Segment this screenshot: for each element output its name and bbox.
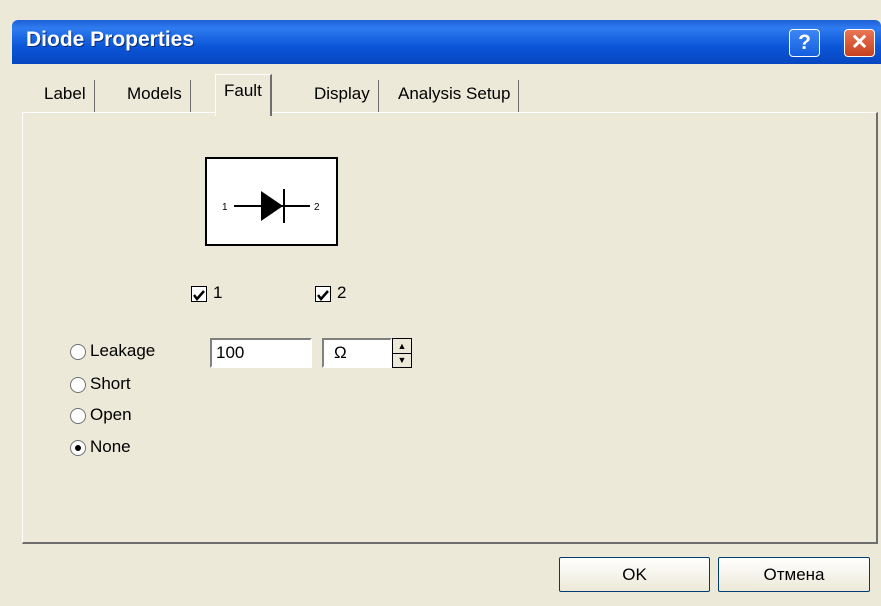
radio-button-selected[interactable] bbox=[70, 440, 86, 456]
window-title: Diode Properties bbox=[26, 28, 195, 51]
diode-triangle bbox=[261, 191, 283, 221]
radio-label: Short bbox=[90, 374, 131, 393]
check-icon bbox=[317, 290, 329, 301]
tab-display[interactable]: Display bbox=[306, 80, 379, 112]
diode-symbol: 1 2 bbox=[205, 157, 338, 246]
radio-button[interactable] bbox=[70, 344, 86, 360]
checkbox-label: 1 bbox=[213, 283, 223, 302]
leakage-unit-field[interactable] bbox=[322, 338, 392, 368]
title-bar[interactable]: Diode Properties ? ✕ bbox=[12, 20, 881, 64]
help-button[interactable]: ? bbox=[789, 29, 820, 57]
tab-analysis-setup[interactable]: Analysis Setup bbox=[390, 80, 520, 112]
tab-label[interactable]: Label bbox=[36, 80, 95, 112]
checkbox-label: 2 bbox=[337, 283, 347, 302]
checkbox-box[interactable] bbox=[315, 286, 331, 302]
cancel-button[interactable]: Отмена bbox=[718, 557, 870, 592]
unit-spinner[interactable]: ▲ ▼ bbox=[392, 338, 412, 368]
close-button[interactable]: ✕ bbox=[844, 29, 875, 57]
diode-pin1-label: 1 bbox=[222, 202, 228, 213]
leakage-unit-text: Ω bbox=[334, 343, 347, 362]
diode-pin2-label: 2 bbox=[314, 202, 320, 213]
spin-up-arrow-icon[interactable]: ▲ bbox=[393, 339, 411, 354]
checkbox-box[interactable] bbox=[191, 286, 207, 302]
radio-label: Leakage bbox=[90, 341, 156, 360]
radio-button[interactable] bbox=[70, 377, 86, 393]
check-icon bbox=[193, 290, 205, 301]
dialog-window: Diode Properties ? ✕ Label Models Fault … bbox=[0, 0, 881, 606]
ok-button[interactable]: OK bbox=[559, 557, 710, 592]
leakage-value-input[interactable] bbox=[210, 338, 312, 368]
radio-label: None bbox=[90, 437, 131, 456]
fault-tab-panel bbox=[22, 112, 878, 544]
tab-fault[interactable]: Fault bbox=[215, 74, 272, 116]
tab-models[interactable]: Models bbox=[119, 80, 191, 112]
radio-button[interactable] bbox=[70, 408, 86, 424]
spin-down-arrow-icon[interactable]: ▼ bbox=[393, 353, 411, 367]
radio-label: Open bbox=[90, 405, 132, 424]
